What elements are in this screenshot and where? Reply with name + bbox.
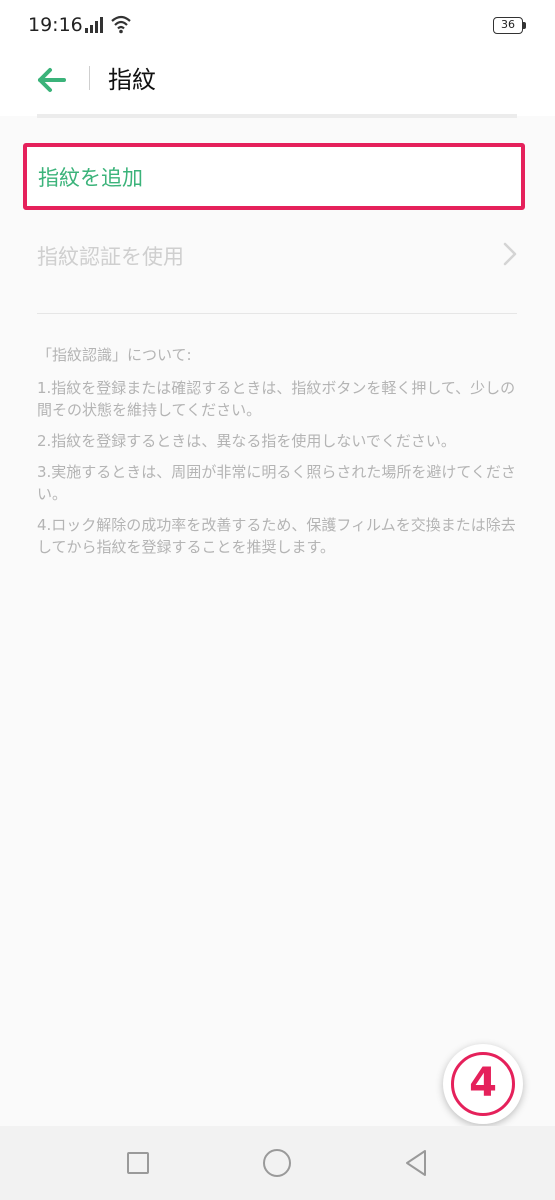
info-item-4: 4.ロック解除の成功率を改善するため、保護フィルムを交換または除去してから指紋を… bbox=[37, 516, 516, 556]
info-item-3: 3.実施するときは、周囲が非常に明るく照らされた場所を避けてください。 bbox=[37, 463, 516, 503]
status-bar: 19:16 36 bbox=[0, 0, 555, 52]
row-divider bbox=[37, 313, 517, 314]
app-header: 指紋 bbox=[0, 52, 555, 116]
info-item-1: 1.指紋を登録または確認するときは、指紋ボタンを軽く押して、少しの間その状態を維… bbox=[37, 379, 516, 419]
step-badge: 4 bbox=[443, 1044, 523, 1124]
signal-icon bbox=[85, 17, 103, 33]
header-divider bbox=[89, 66, 90, 90]
home-icon[interactable] bbox=[263, 1149, 291, 1177]
chevron-right-icon bbox=[503, 242, 517, 266]
battery-icon: 36 bbox=[493, 17, 523, 34]
use-fingerprint-row[interactable]: 指紋認証を使用 bbox=[37, 225, 517, 285]
battery-level: 36 bbox=[501, 18, 515, 31]
header-divider-line bbox=[37, 114, 517, 118]
fingerprint-info: 「指紋認識」について: 1.指紋を登録または確認するときは、指紋ボタンを軽く押し… bbox=[37, 344, 522, 567]
info-item-2: 2.指紋を登録するときは、異なる指を使用しないでください。 bbox=[37, 432, 456, 450]
status-time: 19:16 bbox=[28, 14, 83, 36]
add-fingerprint-label: 指紋を追加 bbox=[38, 166, 143, 190]
use-fingerprint-label: 指紋認証を使用 bbox=[37, 245, 184, 269]
navigation-bar bbox=[0, 1126, 555, 1200]
fingerprint-settings-screen: 19:16 36 指紋 指紋を追加 指紋認証を使用 「指紋認識」について: 1.… bbox=[0, 0, 555, 1200]
step-number: 4 bbox=[451, 1052, 515, 1116]
recent-apps-icon[interactable] bbox=[127, 1152, 149, 1174]
info-title: 「指紋認識」について: bbox=[37, 346, 192, 364]
add-fingerprint-button[interactable]: 指紋を追加 bbox=[23, 143, 525, 210]
back-triangle-icon[interactable] bbox=[403, 1148, 429, 1178]
wifi-icon bbox=[111, 15, 131, 34]
page-title: 指紋 bbox=[108, 66, 156, 94]
battery-tip bbox=[523, 22, 526, 29]
arrow-left-icon[interactable] bbox=[32, 58, 76, 102]
